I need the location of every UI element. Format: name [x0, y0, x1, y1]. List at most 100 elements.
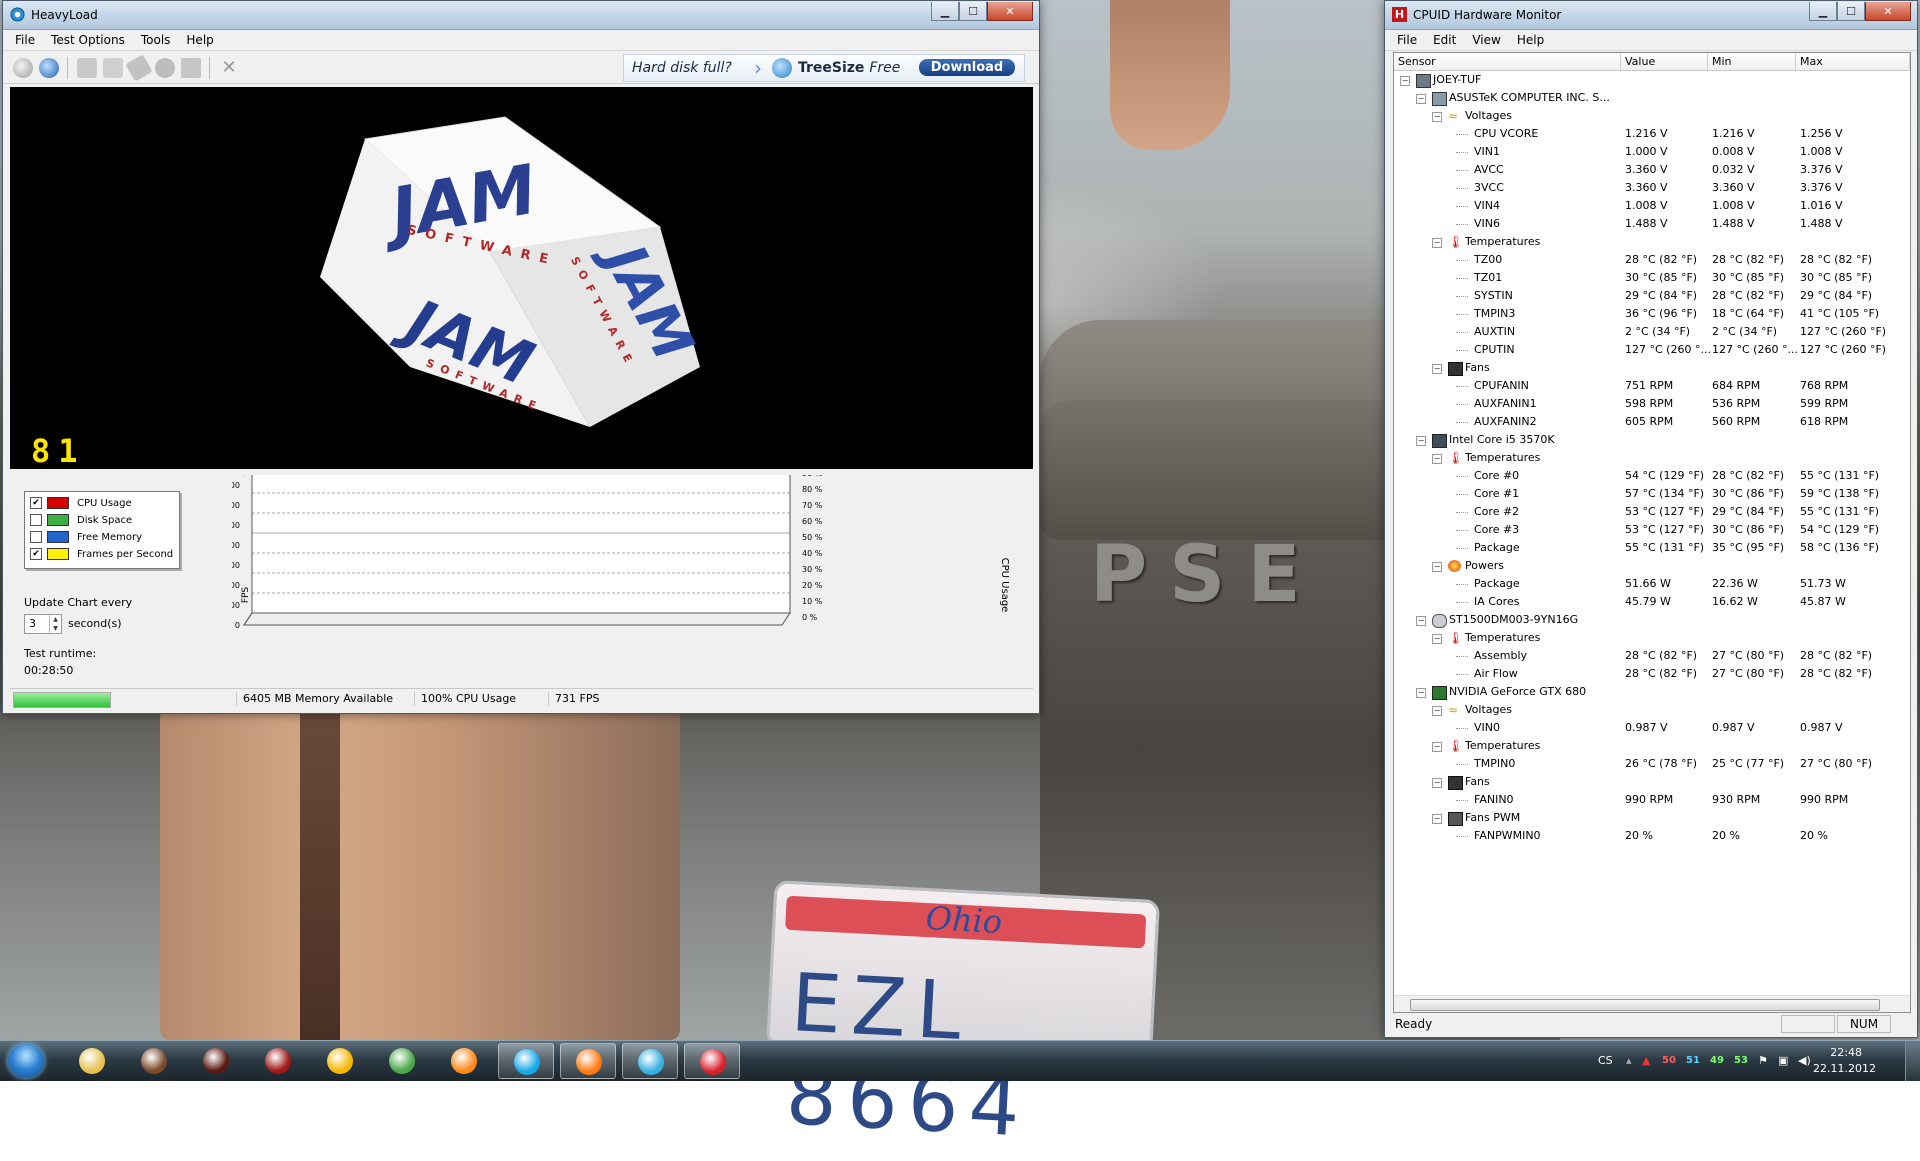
taskbar-item[interactable] [374, 1043, 430, 1079]
sensor-row[interactable]: CPUFANIN 751 RPM 684 RPM 768 RPM [1394, 377, 1910, 395]
collapse-toggle-icon[interactable]: − [1432, 706, 1442, 716]
sensor-row[interactable]: IA Cores 45.79 W 16.62 W 45.87 W [1394, 593, 1910, 611]
sensor-row[interactable]: Core #0 54 °C (129 °F) 28 °C (82 °F) 55 °C … [1394, 467, 1910, 485]
legend-checkbox[interactable]: ✔ [30, 548, 42, 560]
sensor-row[interactable]: CPUTIN 127 °C (260 °... 127 °C (260 °... 12… [1394, 341, 1910, 359]
memory-stress-icon[interactable] [125, 54, 153, 82]
collapse-toggle-icon[interactable]: − [1432, 562, 1442, 572]
legend-item-fps[interactable]: ✔ Frames per Second [30, 547, 173, 561]
menu-test-options[interactable]: Test Options [43, 33, 133, 47]
sensor-group-row[interactable]: − ASUSTeK COMPUTER INC. S... [1394, 89, 1910, 107]
sensor-group-row[interactable]: − Powers [1394, 557, 1910, 575]
menu-file[interactable]: File [1389, 33, 1425, 47]
clock-time[interactable]: 22:48 [1830, 1046, 1862, 1059]
sensor-group-row[interactable]: − JOEY-TUF [1394, 71, 1910, 89]
sensor-group-row[interactable]: − NVIDIA GeForce GTX 680 [1394, 683, 1910, 701]
disk-stress-icon[interactable] [103, 58, 123, 78]
sensor-row[interactable]: Core #2 53 °C (127 °F) 29 °C (84 °F) 55 °C … [1394, 503, 1910, 521]
cpuid-titlebar[interactable]: H CPUID Hardware Monitor ▁ ☐ ✕ [1385, 1, 1917, 30]
scrollbar-thumb[interactable] [1410, 999, 1880, 1011]
close-button[interactable]: ✕ [987, 2, 1033, 21]
collapse-toggle-icon[interactable]: − [1432, 454, 1442, 464]
close-button[interactable]: ✕ [1865, 2, 1911, 21]
tray-temp-2[interactable]: 51 [1686, 1055, 1700, 1066]
collapse-toggle-icon[interactable]: − [1416, 94, 1426, 104]
sensor-group-row[interactable]: − Fans [1394, 773, 1910, 791]
sensor-group-row[interactable]: − 🌡 Temperatures [1394, 737, 1910, 755]
horizontal-scrollbar[interactable] [1394, 995, 1910, 1012]
taskbar-item[interactable] [622, 1043, 678, 1079]
sensor-row[interactable]: VIN1 1.000 V 0.008 V 1.008 V [1394, 143, 1910, 161]
menu-file[interactable]: File [7, 33, 43, 47]
legend-item-free-memory[interactable]: Free Memory [30, 530, 142, 544]
collapse-toggle-icon[interactable]: − [1432, 778, 1442, 788]
sensor-group-row[interactable]: − ≈ Voltages [1394, 701, 1910, 719]
update-interval-value[interactable]: 3 [29, 617, 36, 630]
sensor-group-row[interactable]: − ST1500DM003-9YN16G [1394, 611, 1910, 629]
sensor-row[interactable]: Core #3 53 °C (127 °F) 30 °C (86 °F) 54 °C … [1394, 521, 1910, 539]
sensor-row[interactable]: TMPIN3 36 °C (96 °F) 18 °C (64 °F) 41 °C (1… [1394, 305, 1910, 323]
collapse-toggle-icon[interactable]: − [1400, 76, 1410, 86]
sensor-row[interactable]: AUXFANIN2 605 RPM 560 RPM 618 RPM [1394, 413, 1910, 431]
collapse-toggle-icon[interactable]: − [1416, 688, 1426, 698]
sensor-tree[interactable]: Sensor Value Min Max − JOEY-TUF − ASUSTeK C… [1393, 52, 1911, 1013]
sensor-row[interactable]: VIN4 1.008 V 1.008 V 1.016 V [1394, 197, 1910, 215]
sensor-row[interactable]: TZ00 28 °C (82 °F) 28 °C (82 °F) 28 °C (82 … [1394, 251, 1910, 269]
taskbar-item[interactable] [498, 1043, 554, 1079]
collapse-toggle-icon[interactable]: − [1432, 112, 1442, 122]
sensor-row[interactable]: 3VCC 3.360 V 3.360 V 3.376 V [1394, 179, 1910, 197]
legend-item-cpu-usage[interactable]: ✔ CPU Usage [30, 496, 132, 510]
sensor-row[interactable]: AVCC 3.360 V 0.032 V 3.376 V [1394, 161, 1910, 179]
treesize-ad-banner[interactable]: Hard disk full? › TreeSize Free Download [623, 54, 1025, 82]
sensor-row[interactable]: VIN6 1.488 V 1.488 V 1.488 V [1394, 215, 1910, 233]
tray-alert-icon[interactable]: ▲ [1642, 1054, 1650, 1067]
spinner-arrows-icon[interactable]: ▲ ▼ [49, 615, 61, 633]
options-tools-icon[interactable]: ✕ [219, 58, 239, 78]
volume-icon[interactable]: ◀) [1798, 1054, 1811, 1067]
taskbar-item[interactable] [126, 1043, 182, 1079]
legend-checkbox[interactable] [30, 514, 42, 526]
legend-item-disk-space[interactable]: Disk Space [30, 513, 132, 527]
taskbar-item[interactable] [684, 1043, 740, 1079]
column-max[interactable]: Max [1796, 53, 1910, 70]
start-button[interactable] [8, 1044, 44, 1078]
taskbar-item[interactable] [560, 1043, 616, 1079]
minimize-button[interactable]: ▁ [1809, 2, 1837, 21]
sensor-group-row[interactable]: − ≈ Voltages [1394, 107, 1910, 125]
tray-chevron-icon[interactable]: ▴ [1626, 1054, 1632, 1067]
tray-temp-4[interactable]: 53 [1734, 1055, 1748, 1066]
taskbar-item[interactable] [64, 1043, 120, 1079]
legend-checkbox[interactable]: ✔ [30, 497, 42, 509]
sensor-row[interactable]: FANPWMIN0 20 % 20 % 20 % [1394, 827, 1910, 845]
sensor-row[interactable]: SYSTIN 29 °C (84 °F) 28 °C (82 °F) 29 °C (8… [1394, 287, 1910, 305]
language-indicator[interactable]: CS [1598, 1054, 1613, 1067]
column-value[interactable]: Value [1621, 53, 1708, 70]
sensor-row[interactable]: TZ01 30 °C (85 °F) 30 °C (85 °F) 30 °C (85 … [1394, 269, 1910, 287]
gpu-stress-icon[interactable] [155, 58, 175, 78]
collapse-toggle-icon[interactable]: − [1432, 364, 1442, 374]
collapse-toggle-icon[interactable]: − [1432, 634, 1442, 644]
menu-tools[interactable]: Tools [133, 33, 179, 47]
network-icon[interactable]: ▣ [1778, 1054, 1788, 1067]
collapse-toggle-icon[interactable]: − [1432, 814, 1442, 824]
taskbar-item[interactable] [436, 1043, 492, 1079]
sensor-row[interactable]: AUXFANIN1 598 RPM 536 RPM 599 RPM [1394, 395, 1910, 413]
sensor-group-row[interactable]: − 🌡 Temperatures [1394, 629, 1910, 647]
tray-temp-3[interactable]: 49 [1710, 1055, 1724, 1066]
sensor-group-row[interactable]: − Intel Core i5 3570K [1394, 431, 1910, 449]
collapse-toggle-icon[interactable]: − [1416, 436, 1426, 446]
column-min[interactable]: Min [1708, 53, 1796, 70]
menu-edit[interactable]: Edit [1425, 33, 1464, 47]
taskbar-item[interactable] [250, 1043, 306, 1079]
menu-help[interactable]: Help [178, 33, 221, 47]
sensor-row[interactable]: Package 51.66 W 22.36 W 51.73 W [1394, 575, 1910, 593]
sensor-row[interactable]: AUXTIN 2 °C (34 °F) 2 °C (34 °F) 127 °C (26… [1394, 323, 1910, 341]
maximize-button[interactable]: ☐ [1837, 2, 1865, 21]
menu-help[interactable]: Help [1509, 33, 1552, 47]
minimize-button[interactable]: ▁ [931, 2, 959, 21]
action-center-icon[interactable]: ⚑ [1758, 1054, 1768, 1067]
sensor-row[interactable]: Assembly 28 °C (82 °F) 27 °C (80 °F) 28 °C … [1394, 647, 1910, 665]
clock-date[interactable]: 22.11.2012 [1813, 1062, 1876, 1075]
maximize-button[interactable]: ☐ [959, 2, 987, 21]
show-desktop-button[interactable] [1905, 1041, 1920, 1081]
